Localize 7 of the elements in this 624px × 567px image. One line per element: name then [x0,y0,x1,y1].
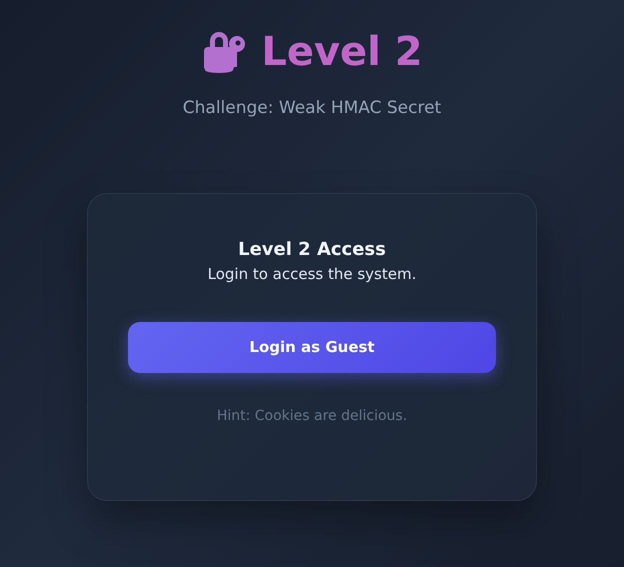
card-title: Level 2 Access [238,238,386,262]
page-title: Level 2 [261,32,423,72]
login-as-guest-button[interactable]: Login as Guest [128,322,496,372]
hint-text: Hint: Cookies are delicious. [216,406,408,426]
card-description: Login to access the system. [208,264,416,284]
page-subtitle: Challenge: Weak HMAC Secret [182,97,442,120]
lock-key-icon [201,30,248,74]
